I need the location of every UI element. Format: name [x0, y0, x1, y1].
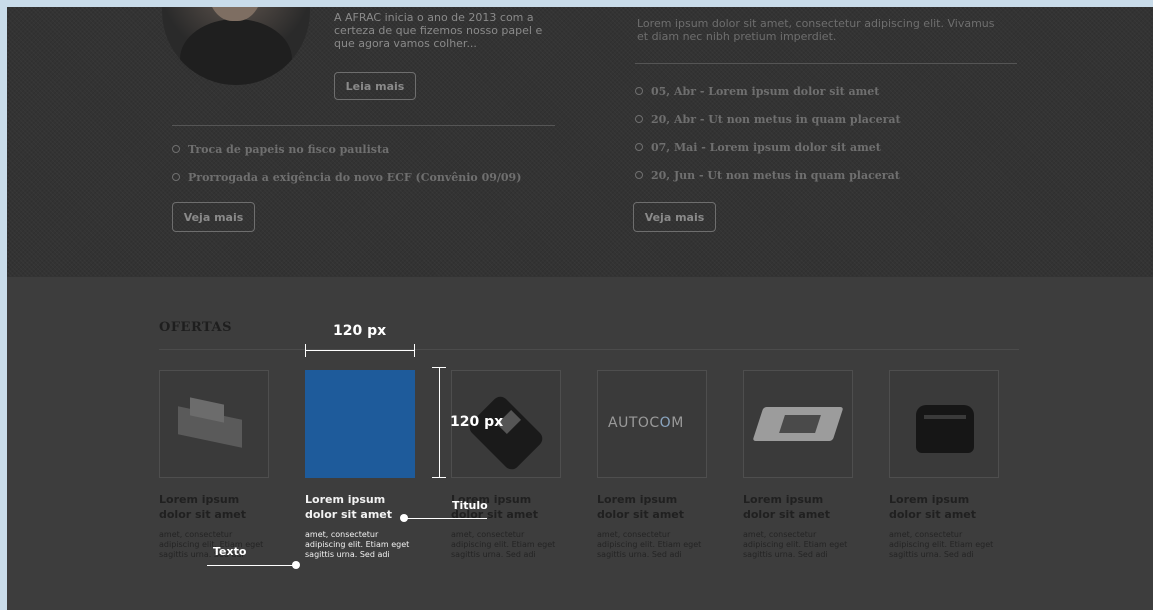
product-card[interactable]: AUTOCOM Lorem ipsum dolor sit amet amet,…	[597, 370, 709, 560]
product-thumbnail[interactable]	[743, 370, 853, 478]
product-card[interactable]: Lorem ipsum dolor sit amet amet, consect…	[889, 370, 1001, 560]
text-annotation-label: Texto	[213, 545, 247, 558]
product-card[interactable]: Lorem ipsum dolor sit amet amet, consect…	[451, 370, 563, 560]
news-item-label: Prorrogada a exigência do novo ECF (Conv…	[188, 170, 522, 184]
height-dimension-line	[439, 367, 440, 477]
news-divider-right	[635, 63, 1017, 64]
product-title[interactable]: Lorem ipsum dolor sit amet	[889, 492, 999, 522]
events-list: 05, Abr - Lorem ipsum dolor sit amet 20,…	[635, 77, 901, 189]
bullet-icon	[635, 143, 643, 151]
cash-register-icon	[160, 371, 270, 479]
product-title[interactable]: Lorem ipsum dolor sit amet	[743, 492, 853, 522]
read-more-button[interactable]: Leia mais	[334, 72, 416, 100]
height-tick-bottom	[432, 477, 446, 478]
width-dimension-line	[305, 350, 415, 351]
event-item-label: 05, Abr - Lorem ipsum dolor sit amet	[651, 84, 880, 98]
event-item-label: 20, Abr - Ut non metus in quam placerat	[651, 112, 901, 126]
width-annotation: 120 px	[333, 323, 387, 339]
product-thumbnail[interactable]: AUTOCOM	[597, 370, 707, 478]
title-annotation-label: Titulo	[452, 499, 488, 512]
width-tick-right	[414, 344, 415, 357]
product-thumbnail-placeholder[interactable]	[305, 370, 415, 478]
news-item[interactable]: Prorrogada a exigência do novo ECF (Conv…	[172, 163, 521, 191]
bullet-icon	[172, 145, 180, 153]
product-description: amet, consectetur adipiscing elit. Etiam…	[451, 530, 556, 559]
avatar-head	[208, 7, 262, 21]
autocom-logo: AUTOCOM	[608, 415, 684, 431]
bullet-icon	[635, 87, 643, 95]
product-description: amet, consectetur adipiscing elit. Etiam…	[889, 530, 994, 559]
title-annotation-line	[407, 518, 487, 519]
event-item[interactable]: 05, Abr - Lorem ipsum dolor sit amet	[635, 77, 901, 105]
events-intro-text: Lorem ipsum dolor sit amet, consectetur …	[637, 17, 995, 43]
height-annotation: 120 px	[450, 414, 504, 430]
news-section: A AFRAC inicia o ano de 2013 com a certe…	[7, 7, 1153, 277]
bullet-icon	[635, 115, 643, 123]
intro-text: A AFRAC inicia o ano de 2013 com a certe…	[334, 11, 543, 50]
event-item[interactable]: 20, Abr - Ut non metus in quam placerat	[635, 105, 901, 133]
product-thumbnail[interactable]	[889, 370, 999, 478]
see-more-button-left[interactable]: Veja mais	[172, 202, 255, 232]
product-description: amet, consectetur adipiscing elit. Etiam…	[597, 530, 702, 559]
product-title[interactable]: Lorem ipsum dolor sit amet	[305, 492, 415, 522]
event-item[interactable]: 20, Jun - Ut non metus in quam placerat	[635, 161, 901, 189]
product-card[interactable]: Lorem ipsum dolor sit amet amet, consect…	[159, 370, 271, 560]
news-list-left: Troca de papeis no fisco paulista Prorro…	[172, 135, 521, 191]
height-tick-top	[432, 367, 446, 368]
see-more-button-right[interactable]: Veja mais	[633, 202, 716, 232]
news-divider-left	[172, 125, 555, 126]
text-annotation-line	[207, 565, 295, 566]
offers-divider	[159, 349, 1019, 350]
author-photo	[162, 7, 310, 85]
product-card[interactable]: Lorem ipsum dolor sit amet amet, consect…	[743, 370, 855, 560]
product-title[interactable]: Lorem ipsum dolor sit amet	[159, 492, 269, 522]
printer-icon	[890, 371, 1000, 479]
product-description: amet, consectetur adipiscing elit. Etiam…	[305, 530, 410, 559]
width-tick-left	[305, 344, 306, 357]
news-item[interactable]: Troca de papeis no fisco paulista	[172, 135, 521, 163]
bullet-icon	[172, 173, 180, 181]
news-item-label: Troca de papeis no fisco paulista	[188, 142, 390, 156]
avatar-suit	[180, 19, 292, 85]
product-card-highlighted[interactable]: Lorem ipsum dolor sit amet amet, consect…	[305, 370, 417, 560]
product-description: amet, consectetur adipiscing elit. Etiam…	[743, 530, 848, 559]
event-item-label: 07, Mai - Lorem ipsum dolor sit amet	[651, 140, 881, 154]
offers-heading: OFERTAS	[159, 320, 232, 335]
product-title[interactable]: Lorem ipsum dolor sit amet	[597, 492, 707, 522]
page-frame: A AFRAC inicia o ano de 2013 com a certe…	[7, 7, 1153, 610]
event-item[interactable]: 07, Mai - Lorem ipsum dolor sit amet	[635, 133, 901, 161]
scale-icon	[744, 371, 854, 479]
product-thumbnail[interactable]	[159, 370, 269, 478]
bullet-icon	[635, 171, 643, 179]
event-item-label: 20, Jun - Ut non metus in quam placerat	[651, 168, 900, 182]
